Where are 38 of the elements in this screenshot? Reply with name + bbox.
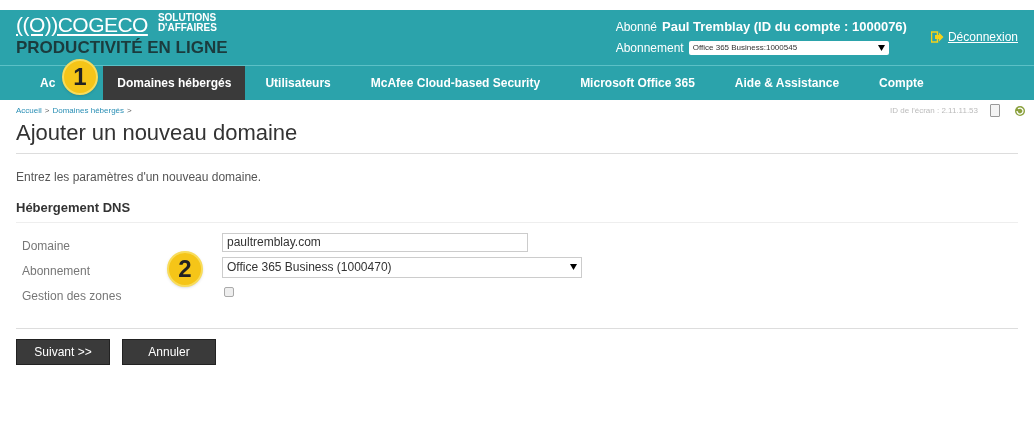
nav-tab[interactable]: Ac	[30, 66, 58, 100]
callout-badge: 1	[62, 59, 98, 95]
field-label: Gestion des zones	[22, 288, 122, 303]
nav-tab[interactable]: Utilisateurs	[245, 66, 351, 100]
callout-badge: 2	[167, 251, 203, 287]
caret-icon	[570, 264, 577, 270]
subscription-dropdown[interactable]: Office 365 Business:1000545	[688, 40, 889, 55]
breadcrumb-separator: >	[44, 104, 50, 117]
section-heading: Hébergement DNS	[16, 198, 1018, 223]
field-label: Domaine	[22, 238, 71, 253]
nav-tab[interactable]: Domaines hébergés	[103, 66, 246, 100]
intro-text: Entrez les paramètres d'un nouveau domaine.	[16, 169, 263, 186]
logout-icon	[930, 31, 944, 43]
logo-text: ((O))COGECO	[16, 13, 148, 37]
subscriber-label: Abonné	[615, 19, 657, 36]
form-button[interactable]: Annuler	[122, 338, 216, 365]
nav-tab[interactable]: Aide & Assistance	[714, 66, 860, 100]
refresh-icon[interactable]	[1014, 104, 1026, 117]
breadcrumb-link[interactable]: Domaines hébergés	[52, 104, 125, 117]
tagline: D'AFFAIRES	[157, 23, 217, 33]
nav-tab[interactable]: McAfee Cloud-based Security	[350, 66, 561, 100]
tagline: SOLUTIONS	[157, 13, 217, 23]
page-icon[interactable]	[990, 104, 1000, 117]
subscription-label: Abonnement	[615, 39, 684, 57]
subscriber-name: Paul Tremblay (ID du compte : 1000076)	[662, 18, 907, 36]
logout-link[interactable]: Déconnexion	[930, 13, 1018, 46]
product-name: PRODUCTIVITÉ EN LIGNE	[16, 37, 228, 59]
domain-field[interactable]: paultremblay.com	[222, 232, 528, 252]
subscription-select[interactable]: Office 365 Business (1000470)	[222, 256, 582, 278]
breadcrumb-link[interactable]: Accueil	[16, 104, 42, 117]
zone-checkbox[interactable]	[224, 287, 234, 297]
caret-icon	[877, 44, 885, 51]
breadcrumb-separator: >	[127, 104, 132, 117]
page-title: Ajouter un nouveau domaine	[16, 119, 1018, 154]
nav-tab[interactable]: Microsoft Office 365	[560, 66, 715, 100]
form-button[interactable]: Suivant >>	[16, 338, 110, 365]
nav-tab[interactable]: Compte	[859, 66, 944, 100]
field-label: Abonnement	[22, 263, 91, 278]
